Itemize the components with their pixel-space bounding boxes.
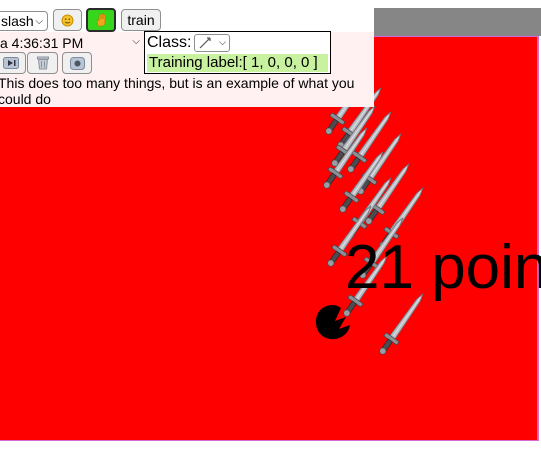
record-button[interactable] <box>62 52 92 74</box>
gesture-select-value: slash <box>1 13 34 29</box>
bottom-strip <box>0 441 541 449</box>
record-icon <box>69 56 85 70</box>
gesture-select[interactable]: slash ⌵ <box>0 11 48 31</box>
score-text: 21 points <box>345 233 541 302</box>
trash-button[interactable] <box>27 52 58 74</box>
smiley-button[interactable] <box>53 9 82 31</box>
hand-button[interactable] <box>86 8 116 32</box>
chevron-down-icon: ⌵ <box>219 37 226 47</box>
chevron-down-icon: ⌵ <box>35 16 43 27</box>
chevron-down-icon: ⌵ <box>132 36 140 47</box>
recording-select[interactable]: a 4:36:31 PM ⌵ <box>0 34 144 52</box>
smiley-icon <box>61 14 74 26</box>
class-select[interactable]: ⌵ <box>194 34 230 52</box>
class-label: Class: <box>147 34 192 51</box>
play-button[interactable] <box>0 52 26 74</box>
slash-blob <box>315 305 350 340</box>
training-label: Training label:[ 1, 0, 0, 0 ] <box>147 54 328 72</box>
play-icon <box>3 57 19 69</box>
recording-select-value: a 4:36:31 PM <box>0 35 84 51</box>
class-panel: Class: ⌵ Training label:[ 1, 0, 0, 0 ] <box>144 31 331 74</box>
hand-icon <box>96 13 106 27</box>
app-root: 21 points slash ⌵ train a 4:36:31 PM ⌵ C… <box>0 0 541 449</box>
description-text: This does too many things, but is an exa… <box>0 75 355 107</box>
train-button[interactable]: train <box>121 9 161 31</box>
trash-icon <box>36 56 49 70</box>
slash-icon <box>199 37 211 49</box>
